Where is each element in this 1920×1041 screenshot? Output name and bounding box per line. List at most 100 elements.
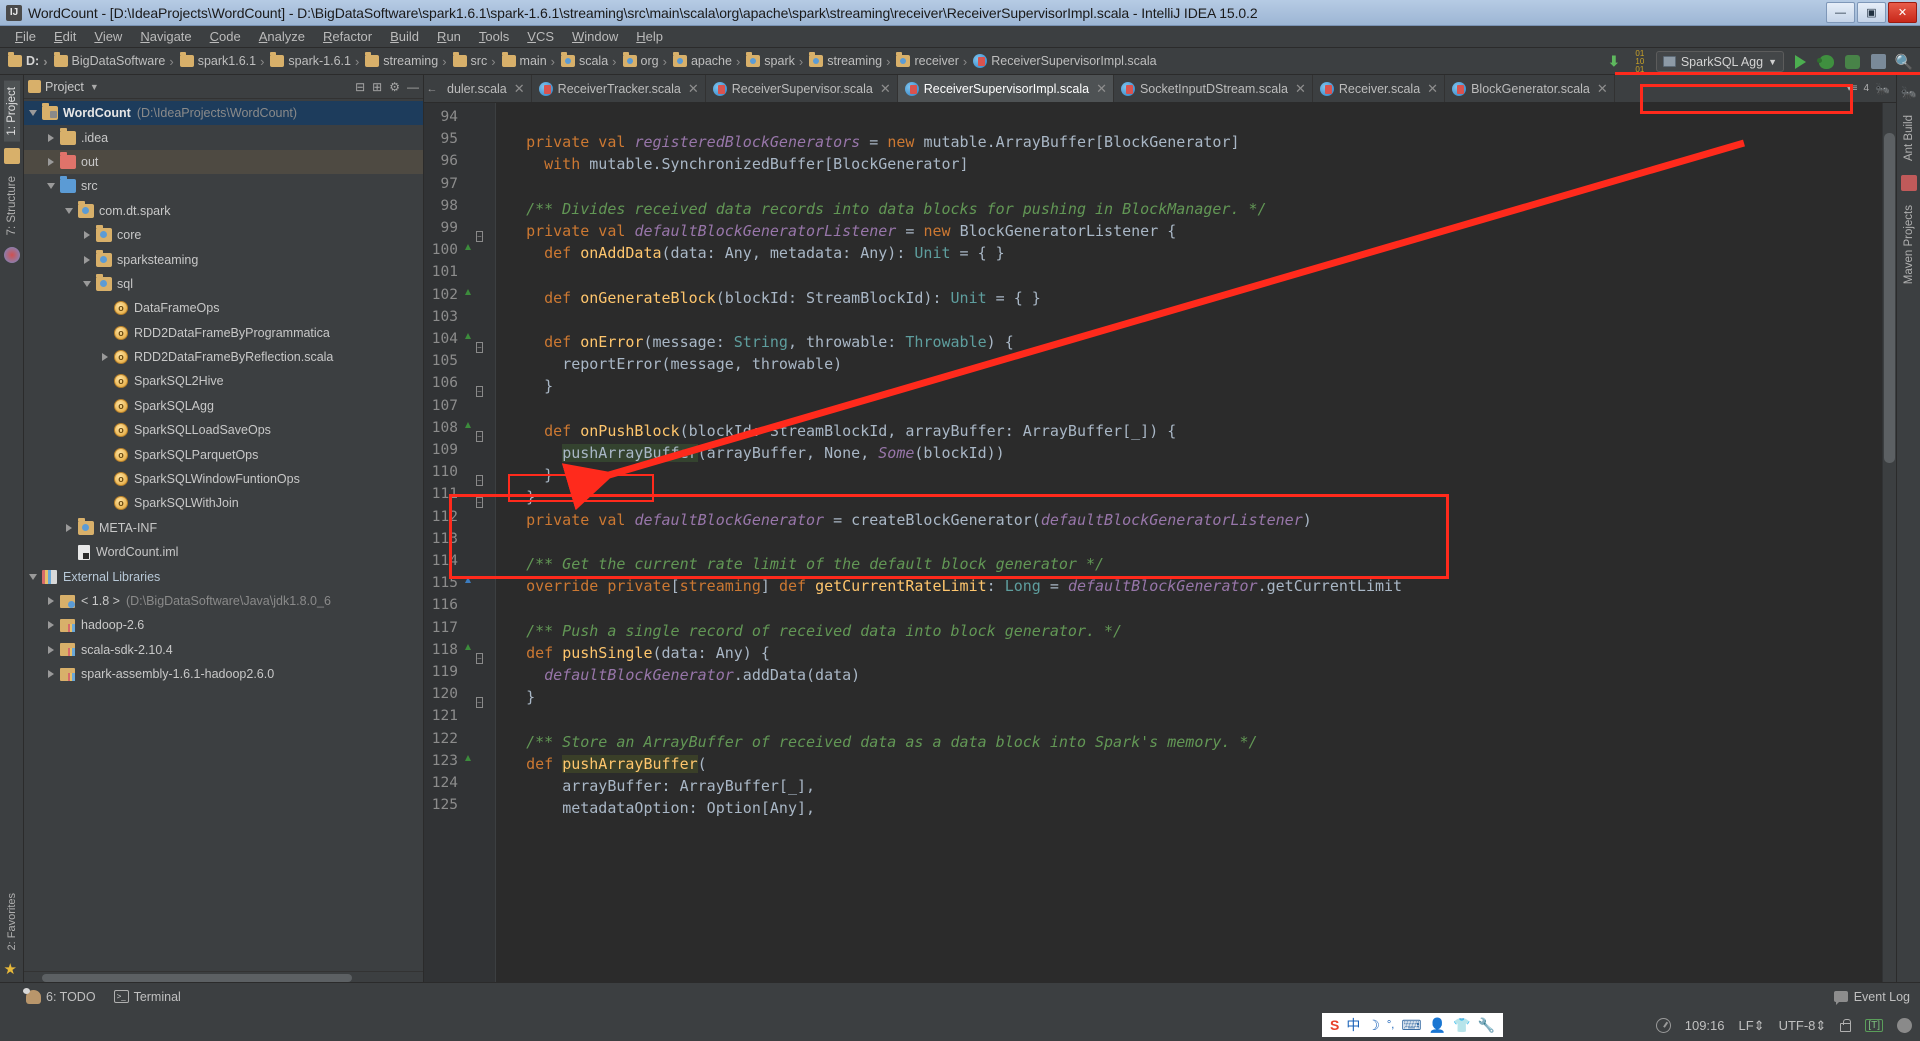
tree-item-sparksqlloadsaveops[interactable]: o SparkSQLLoadSaveOps: [24, 418, 423, 442]
code-line-117[interactable]: /** Push a single record of received dat…: [508, 620, 1122, 642]
menu-item-navigate[interactable]: Navigate: [131, 27, 200, 46]
moon-icon[interactable]: ☽: [1367, 1017, 1380, 1034]
tree-twisty[interactable]: [78, 255, 96, 264]
sidebar-item-favorites[interactable]: 2: Favorites: [4, 887, 20, 956]
tree-item---1-8--[interactable]: < 1.8 > (D:\BigDataSoftware\Java\jdk1.8.0…: [24, 589, 423, 613]
settings-gear-icon[interactable]: ⚙: [389, 80, 400, 94]
code-line-109[interactable]: pushArrayBuffer(arrayBuffer, None, Some(…: [508, 442, 1005, 464]
breadcrumb-item-org[interactable]: org ›: [619, 50, 669, 72]
tree-twisty[interactable]: [60, 207, 78, 214]
code-line-98[interactable]: /** Divides received data records into d…: [508, 198, 1267, 220]
breadcrumb-item-src[interactable]: src ›: [449, 50, 498, 72]
tree-item-dataframeops[interactable]: o DataFrameOps: [24, 296, 423, 320]
tree-item-wordcount[interactable]: WordCount (D:\IdeaProjects\WordCount): [24, 101, 423, 126]
code-line-125[interactable]: metadataOption: Option[Any],: [508, 797, 815, 819]
breadcrumb-item-bigdatasoftware[interactable]: BigDataSoftware ›: [50, 50, 176, 72]
update-project-icon[interactable]: ⬇: [1604, 52, 1624, 72]
code-line-115[interactable]: override private[streaming] def getCurre…: [508, 575, 1402, 597]
tool-window-event-log-label[interactable]: Event Log: [1854, 990, 1910, 1004]
menu-item-edit[interactable]: Edit: [45, 27, 85, 46]
wrench-icon[interactable]: 🔧: [1477, 1017, 1494, 1034]
tree-twisty[interactable]: [24, 573, 42, 580]
debug-icon[interactable]: [1816, 52, 1836, 72]
tree-item-sparksqlparquetops[interactable]: o SparkSQLParquetOps: [24, 442, 423, 466]
code-line-102[interactable]: def onGenerateBlock(blockId: StreamBlock…: [508, 287, 1041, 309]
menu-item-refactor[interactable]: Refactor: [314, 27, 381, 46]
editor-marker-scrollbar[interactable]: [1882, 103, 1896, 982]
sidebar-item-ant-build[interactable]: Ant Build: [1901, 109, 1917, 167]
tree-twisty[interactable]: [42, 621, 60, 630]
tree-item-meta-inf[interactable]: META-INF: [24, 516, 423, 540]
code-line-100[interactable]: def onAddData(data: Any, metadata: Any):…: [508, 242, 1005, 264]
make-project-icon[interactable]: [1897, 1018, 1912, 1033]
code-line-122[interactable]: /** Store an ArrayBuffer of received dat…: [508, 731, 1258, 753]
code-line-106[interactable]: }: [508, 375, 553, 397]
tree-item-sparksql2hive[interactable]: o SparkSQL2Hive: [24, 369, 423, 393]
tree-item-src[interactable]: src: [24, 174, 423, 198]
run-with-coverage-icon[interactable]: [1842, 52, 1862, 72]
tab-receiversupervisor-scala[interactable]: ReceiverSupervisor.scala ✕: [706, 75, 898, 102]
breadcrumb-item-apache[interactable]: apache ›: [669, 50, 742, 72]
close-icon[interactable]: ✕: [1597, 81, 1608, 97]
degree-icon[interactable]: °,: [1387, 1019, 1394, 1031]
scrollbar-thumb[interactable]: [42, 974, 352, 982]
code-folding-icon[interactable]: −: [476, 226, 483, 244]
tree-item-rdd2dataframebyreflection-scala[interactable]: o RDD2DataFrameByReflection.scala: [24, 345, 423, 369]
line-number-gutter[interactable]: 94 95 96 97 98 99 − 100 101 102 103 104 − 105 106 − 107 1…: [424, 103, 488, 982]
tab-receiversupervisorimpl-scala[interactable]: ReceiverSupervisorImpl.scala ✕: [897, 75, 1114, 102]
close-icon[interactable]: ✕: [514, 81, 525, 97]
breadcrumb-item-streaming[interactable]: streaming ›: [805, 50, 892, 72]
tab-scroll-left-icon[interactable]: ←: [424, 75, 440, 102]
t-badge[interactable]: [T]: [1865, 1019, 1883, 1032]
breadcrumb-item-main[interactable]: main ›: [498, 50, 557, 72]
tree-item-spark-assembly-1-6-1-hadoop2-6-0[interactable]: spark-assembly-1.6.1-hadoop2.6.0: [24, 662, 423, 686]
editor-scrollbar-thumb[interactable]: [1884, 133, 1895, 463]
code-folding-icon[interactable]: −: [476, 381, 483, 399]
close-icon[interactable]: ✕: [1427, 81, 1438, 97]
tree-twisty[interactable]: [78, 231, 96, 240]
breadcrumb-item-receiver[interactable]: receiver ›: [892, 50, 969, 72]
menu-item-view[interactable]: View: [85, 27, 131, 46]
tab-list-icon[interactable]: ▾≡: [1847, 83, 1858, 94]
close-icon[interactable]: ✕: [1295, 81, 1306, 97]
file-encoding[interactable]: UTF-8⇕: [1779, 1018, 1827, 1034]
code-folding-icon[interactable]: −: [476, 470, 483, 488]
line-separator[interactable]: LF⇕: [1739, 1018, 1765, 1034]
project-structure-icon[interactable]: [3, 147, 20, 164]
code-line-111[interactable]: }: [508, 486, 535, 508]
tree-twisty[interactable]: [42, 157, 60, 166]
sogou-input-icon[interactable]: S: [1330, 1017, 1339, 1033]
code-line-99[interactable]: private val defaultBlockGeneratorListene…: [508, 220, 1176, 242]
menu-item-file[interactable]: File: [6, 27, 45, 46]
tree-twisty[interactable]: [42, 597, 60, 605]
tree-twisty[interactable]: [24, 110, 42, 117]
code-line-124[interactable]: arrayBuffer: ArrayBuffer[_],: [508, 775, 815, 797]
tree-item-sparksqlagg[interactable]: o SparkSQLAgg: [24, 394, 423, 418]
code-text[interactable]: private val registeredBlockGenerators = …: [496, 103, 1882, 982]
code-line-112[interactable]: private val defaultBlockGenerator = crea…: [508, 509, 1312, 531]
tool-window-terminal[interactable]: >_ Terminal: [113, 990, 181, 1004]
maven-icon[interactable]: [1900, 175, 1917, 192]
tree-item-sparksqlwithjoin[interactable]: o SparkSQLWithJoin: [24, 491, 423, 515]
code-folding-icon[interactable]: −: [476, 426, 483, 444]
star-icon[interactable]: ★: [4, 962, 20, 978]
breadcrumb-item-spark-1-6-1[interactable]: spark-1.6.1 ›: [266, 50, 361, 72]
code-line-96[interactable]: with mutable.SynchronizedBuffer[BlockGen…: [508, 153, 968, 175]
maximize-button[interactable]: ▣: [1857, 2, 1886, 23]
close-icon[interactable]: ✕: [688, 81, 699, 97]
tree-twisty[interactable]: [42, 133, 60, 142]
tree-item-rdd2dataframebyprogrammatica[interactable]: o RDD2DataFrameByProgrammatica: [24, 321, 423, 345]
breadcrumb-item-spark1-6-1[interactable]: spark1.6.1 ›: [176, 50, 267, 72]
expand-all-icon[interactable]: ⊞: [372, 80, 382, 94]
code-line-119[interactable]: defaultBlockGenerator.addData(data): [508, 664, 860, 686]
tree-item-wordcount-iml[interactable]: WordCount.iml: [24, 540, 423, 564]
collapse-all-icon[interactable]: ⊟: [355, 80, 365, 94]
keyboard-icon[interactable]: ⌨: [1401, 1017, 1421, 1034]
tab-receiver-scala[interactable]: Receiver.scala ✕: [1313, 75, 1446, 102]
clothes-icon[interactable]: 👕: [1453, 1017, 1470, 1034]
tree-twisty[interactable]: [42, 645, 60, 654]
code-folding-icon[interactable]: −: [476, 692, 483, 710]
menu-item-code[interactable]: Code: [201, 27, 250, 46]
sidebar-item-maven-projects[interactable]: Maven Projects: [1901, 199, 1917, 290]
menu-item-vcs[interactable]: VCS: [518, 27, 563, 46]
